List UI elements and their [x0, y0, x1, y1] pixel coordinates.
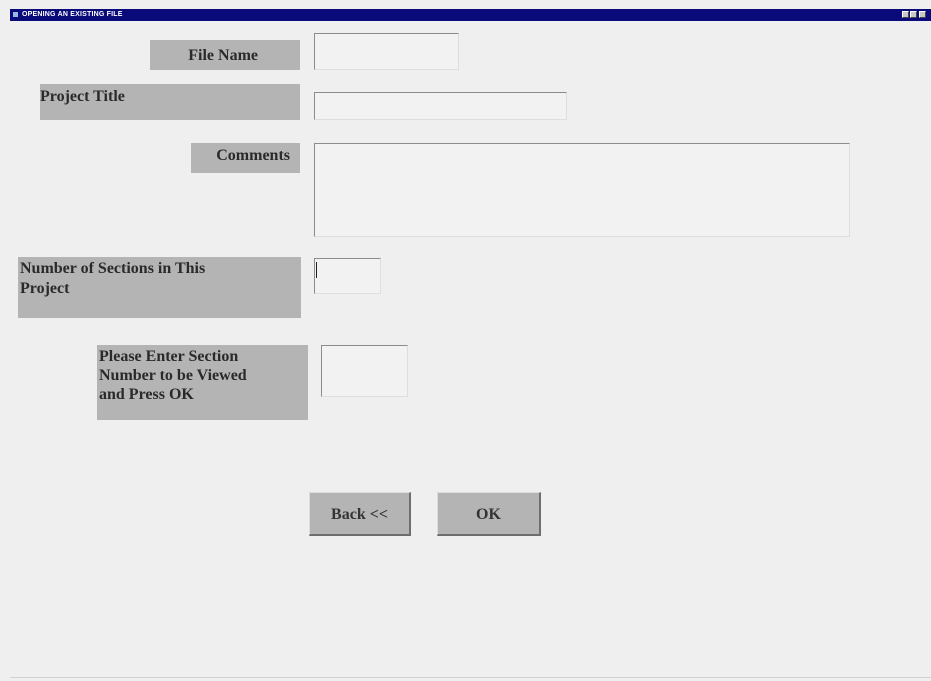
dialog-window: OPENING AN EXISTING FILE File Name Proje…	[0, 0, 931, 681]
section-number-label-line2: Number to be Viewed	[99, 367, 247, 384]
section-number-field[interactable]	[321, 345, 408, 397]
section-number-label: Please Enter Section Number to be Viewed…	[97, 345, 308, 420]
comments-field[interactable]	[314, 143, 850, 237]
file-name-field[interactable]	[314, 33, 459, 70]
section-number-label-line3: and Press OK	[99, 386, 194, 403]
number-of-sections-field[interactable]	[314, 258, 381, 294]
project-title-label: Project Title	[40, 84, 300, 120]
file-name-label: File Name	[150, 40, 300, 70]
window-bottom-border	[10, 677, 931, 678]
number-of-sections-label: Number of Sections in This Project	[18, 257, 301, 318]
maximize-icon[interactable]	[910, 11, 917, 18]
app-icon[interactable]	[13, 12, 18, 17]
ok-button[interactable]: OK	[437, 492, 541, 536]
back-button[interactable]: Back <<	[309, 492, 411, 536]
comments-label: Comments	[191, 143, 300, 173]
minimize-icon[interactable]	[902, 11, 909, 18]
text-caret	[316, 262, 317, 278]
project-title-field[interactable]	[314, 92, 567, 120]
window-title: OPENING AN EXISTING FILE	[22, 11, 123, 18]
title-bar[interactable]: OPENING AN EXISTING FILE	[10, 9, 931, 21]
close-icon[interactable]	[919, 11, 926, 18]
number-of-sections-label-line1: Number of Sections in This	[20, 260, 206, 277]
section-number-label-line1: Please Enter Section	[99, 348, 239, 365]
number-of-sections-label-line2: Project	[20, 280, 70, 297]
